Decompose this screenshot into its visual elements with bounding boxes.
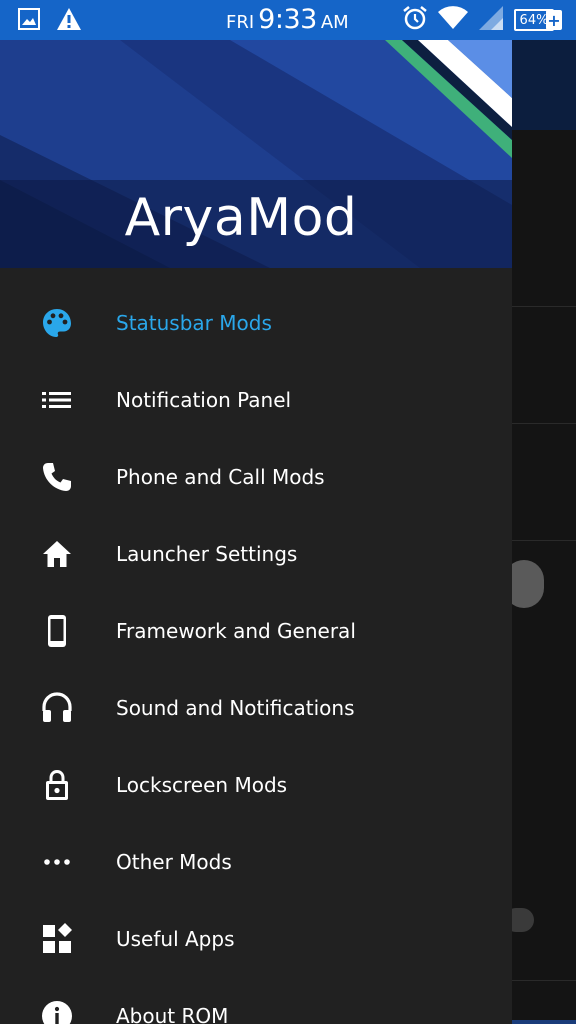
info-icon: [40, 999, 74, 1024]
menu-item-label: Phone and Call Mods: [116, 464, 325, 489]
wifi-icon: [438, 6, 468, 34]
background-app[interactable]: [504, 40, 576, 1024]
app-title: AryaMod: [124, 188, 358, 248]
menu-item-useful-apps[interactable]: Useful Apps: [0, 900, 512, 977]
menu-item-label: Other Mods: [116, 849, 232, 874]
alarm-icon: [402, 5, 428, 35]
menu-item-label: About ROM: [116, 1003, 229, 1024]
menu-item-launcher-settings[interactable]: Launcher Settings: [0, 515, 512, 592]
clock: FRI 9:33 AM: [226, 4, 375, 35]
smartphone-icon: [40, 614, 74, 648]
home-icon: [40, 537, 74, 571]
divider: [512, 980, 576, 981]
menu-item-label: Framework and General: [116, 618, 356, 643]
drawer-menu: Statusbar Mods Notification Panel Phone …: [0, 284, 512, 1024]
lock-icon: [40, 768, 74, 802]
divider: [512, 306, 576, 307]
phone-icon: [40, 460, 74, 494]
menu-item-lockscreen-mods[interactable]: Lockscreen Mods: [0, 746, 512, 823]
warning-icon: [56, 7, 82, 35]
menu-item-label: Statusbar Mods: [116, 310, 272, 335]
menu-item-framework-and-general[interactable]: Framework and General: [0, 592, 512, 669]
menu-item-phone-and-call-mods[interactable]: Phone and Call Mods: [0, 438, 512, 515]
menu-item-label: Notification Panel: [116, 387, 292, 412]
status-bar: FRI 9:33 AM 64% +: [0, 0, 576, 40]
palette-icon: [40, 306, 74, 340]
widgets-icon: [40, 922, 74, 956]
menu-item-other-mods[interactable]: Other Mods: [0, 823, 512, 900]
gallery-icon: [18, 8, 40, 34]
menu-item-label: Useful Apps: [116, 926, 235, 951]
menu-item-label: Launcher Settings: [116, 541, 298, 566]
divider: [512, 423, 576, 424]
menu-item-sound-and-notifications[interactable]: Sound and Notifications: [0, 669, 512, 746]
menu-item-about-rom[interactable]: About ROM: [0, 977, 512, 1024]
clock-ampm: AM: [320, 12, 349, 33]
list-icon: [40, 383, 74, 417]
signal-icon: [478, 5, 504, 35]
menu-item-label: Sound and Notifications: [116, 695, 355, 720]
headphones-icon: [40, 691, 74, 725]
charging-plus: +: [546, 10, 562, 30]
background-accent-bar: [512, 1020, 576, 1024]
battery-icon: 64% +: [514, 9, 562, 31]
divider: [512, 540, 576, 541]
clock-time: 9:33: [258, 4, 317, 35]
clock-day: FRI: [226, 12, 255, 33]
background-app-toolbar: [512, 40, 576, 130]
drawer-header: AryaMod: [0, 40, 512, 268]
menu-item-statusbar-mods[interactable]: Statusbar Mods: [0, 284, 512, 361]
more-horiz-icon: [40, 845, 74, 879]
menu-item-label: Lockscreen Mods: [116, 772, 288, 797]
menu-item-notification-panel[interactable]: Notification Panel: [0, 361, 512, 438]
navigation-drawer: AryaMod Statusbar Mods Notification Pane…: [0, 40, 512, 1024]
